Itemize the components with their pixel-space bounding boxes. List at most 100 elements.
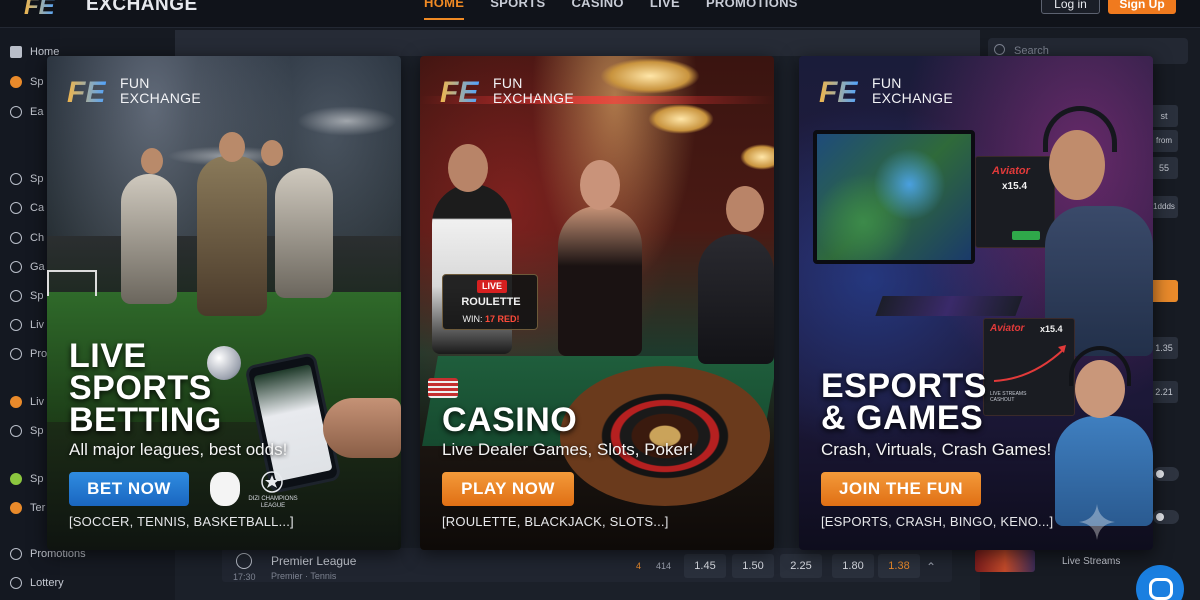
odds-button[interactable]: 1.50 bbox=[732, 554, 774, 578]
svg-text:FE: FE bbox=[819, 76, 858, 106]
card-title: LIVE SPORTS BETTING bbox=[69, 337, 222, 439]
filter-chip[interactable]: 55 bbox=[1150, 157, 1178, 179]
card-footer: [ROULETTE, BLACKJACK, SLOTS...] bbox=[442, 514, 669, 529]
card-subtitle: Crash, Virtuals, Crash Games! bbox=[821, 440, 1052, 459]
odds-chip[interactable]: 2.21 bbox=[1150, 381, 1178, 403]
odds-button[interactable]: 2.25 bbox=[780, 554, 822, 578]
sidebar-label: Ea bbox=[30, 106, 44, 118]
sidebar-item-sports-3[interactable]: Sp bbox=[10, 287, 43, 305]
aviator-screen: Aviator x15.4 bbox=[975, 156, 1055, 248]
odds-button[interactable]: 1.80 bbox=[832, 554, 874, 578]
sidebar-item-games[interactable]: Ga bbox=[10, 258, 45, 276]
sidebar-item-casino[interactable]: Ca bbox=[10, 199, 44, 217]
toggle-switch[interactable] bbox=[1153, 510, 1179, 524]
ball-icon bbox=[10, 290, 22, 302]
sidebar-item-lottery[interactable]: Lottery bbox=[10, 577, 64, 589]
nav-home[interactable]: HOME bbox=[424, 0, 465, 20]
promo-card-esports[interactable]: Aviator x15.4 Aviator x15.4 LIVE STREAMS… bbox=[799, 56, 1153, 550]
fe-logo-icon[interactable]: FE bbox=[22, 0, 78, 18]
odds-button[interactable]: 1.45 bbox=[684, 554, 726, 578]
keyboard bbox=[875, 296, 1023, 316]
filter-chip[interactable]: st bbox=[1150, 105, 1178, 127]
sidebar-item-sports[interactable]: Sp bbox=[10, 73, 43, 91]
nav-casino[interactable]: CASINO bbox=[571, 0, 623, 20]
nav-promotions[interactable]: PROMOTIONS bbox=[706, 0, 798, 20]
filter-chip[interactable]: from nts bbox=[1150, 130, 1178, 167]
sidebar-label: Ga bbox=[30, 261, 45, 273]
title-line: ESPORTS bbox=[821, 367, 987, 405]
toggle-switch[interactable] bbox=[1153, 467, 1179, 481]
crash-graph-icon bbox=[993, 345, 1066, 382]
promo-card-casino[interactable]: FE FUN EXCHANGE LIVE ROULETTE WIN: 17 RE… bbox=[420, 56, 774, 550]
sidebar-item-sports-2[interactable]: Sp bbox=[10, 170, 43, 188]
sport-icon bbox=[10, 173, 22, 185]
casino-chip-icon bbox=[10, 202, 22, 214]
sidebar-label: Sp bbox=[30, 425, 44, 437]
brand-line-1: FUN bbox=[120, 75, 150, 91]
svg-text:FE: FE bbox=[24, 0, 56, 18]
chevron-up-icon[interactable]: ⌃ bbox=[926, 560, 936, 574]
nav-live[interactable]: LIVE bbox=[650, 0, 680, 20]
player-head bbox=[726, 186, 764, 232]
ticket-icon bbox=[10, 577, 22, 589]
live-roulette-badge: LIVE ROULETTE WIN: 17 RED! bbox=[442, 274, 538, 330]
aviator-title: Aviator bbox=[992, 165, 1030, 177]
filter-chip[interactable]: 1ddds bbox=[1150, 196, 1178, 218]
chandelier bbox=[648, 104, 714, 134]
roulette-wheel bbox=[560, 366, 770, 506]
sidebar-label: Sp bbox=[30, 76, 44, 88]
champions-league-logo-icon bbox=[261, 471, 283, 493]
login-button[interactable]: Log in bbox=[1041, 0, 1100, 14]
live-streams-label: Live Streams bbox=[1062, 555, 1121, 567]
gaming-monitor bbox=[813, 130, 975, 264]
fe-logo-icon: FE bbox=[819, 76, 858, 106]
soccer-ball-icon bbox=[236, 553, 252, 569]
dealer-head bbox=[448, 144, 488, 192]
title-line: BETTING bbox=[69, 401, 222, 439]
sidebar-label: Liv bbox=[30, 319, 45, 331]
woman-figure bbox=[558, 206, 642, 356]
odds-chip[interactable]: 1.35 bbox=[1150, 337, 1178, 359]
premier-league-logo-icon bbox=[210, 472, 240, 506]
player-figure bbox=[698, 234, 774, 364]
odds-button[interactable]: 1.38 bbox=[878, 554, 920, 578]
live-icon bbox=[10, 396, 22, 408]
sidebar-item-sports-4[interactable]: Sp bbox=[10, 422, 43, 440]
filter-chip-active[interactable] bbox=[1150, 280, 1178, 302]
player-head bbox=[261, 140, 283, 166]
event-markets: 414 bbox=[656, 561, 672, 571]
player-figure bbox=[275, 168, 333, 298]
brand-line-1: FUN bbox=[872, 75, 902, 91]
bet-now-button[interactable]: BET NOW bbox=[69, 472, 189, 506]
fe-logo-icon: FE bbox=[440, 76, 479, 106]
basketball-icon bbox=[10, 502, 22, 514]
live-game-name: ROULETTE bbox=[461, 296, 521, 308]
join-the-fun-button[interactable]: JOIN THE FUN bbox=[821, 472, 981, 506]
nav-sports[interactable]: SPORTS bbox=[490, 0, 545, 20]
hand bbox=[323, 398, 401, 458]
sidebar-item-live[interactable]: Liv bbox=[10, 316, 44, 334]
sidebar-item-esports[interactable]: Ea bbox=[10, 103, 43, 121]
fe-logo-icon: FE bbox=[67, 76, 106, 106]
brand-line-1: FUN bbox=[493, 75, 523, 91]
sidebar-label: Sp bbox=[30, 173, 44, 185]
sidebar-item-promos[interactable]: Pro bbox=[10, 345, 47, 363]
sidebar-item-live-2[interactable]: Liv bbox=[10, 393, 44, 411]
card-title: CASINO bbox=[442, 401, 578, 439]
sidebar-label: Sp bbox=[30, 473, 44, 485]
top-bar: FE EXCHANGE HOME SPORTS CASINO LIVE PROM… bbox=[0, 0, 1200, 28]
promo-card-sports[interactable]: FE FUN EXCHANGE LIVE SPORTS BETTING All … bbox=[47, 56, 401, 550]
card-title: ESPORTS & GAMES bbox=[821, 367, 987, 435]
soccer-ball-icon bbox=[10, 76, 22, 88]
title-line: LIVE bbox=[69, 337, 147, 375]
sidebar-label: Sp bbox=[30, 290, 44, 302]
sidebar-item-chess[interactable]: Ch bbox=[10, 229, 44, 247]
signup-button[interactable]: Sign Up bbox=[1108, 0, 1176, 14]
gift-icon bbox=[10, 548, 22, 560]
brand-name: EXCHANGE bbox=[86, 0, 198, 15]
brand-line-2: EXCHANGE bbox=[120, 90, 201, 106]
sidebar-label: Ca bbox=[30, 202, 45, 214]
play-now-button[interactable]: PLAY NOW bbox=[442, 472, 574, 506]
sidebar-item-tennis[interactable]: Ter bbox=[10, 499, 45, 517]
sidebar-item-sports-5[interactable]: Sp bbox=[10, 470, 43, 488]
